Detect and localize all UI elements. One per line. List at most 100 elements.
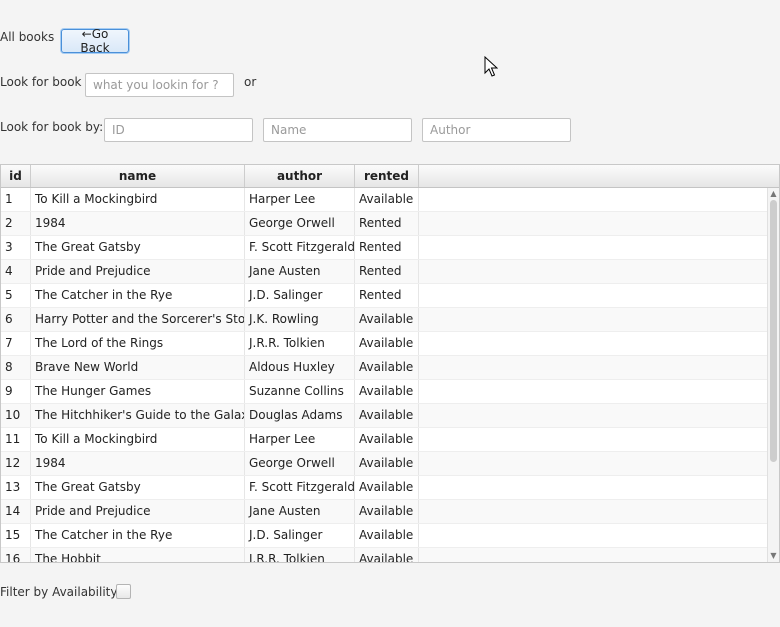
cell-name: 1984	[31, 452, 245, 475]
scroll-up-icon[interactable]: ▲	[768, 188, 779, 200]
cell-rented: Available	[355, 356, 419, 379]
table-row[interactable]: 16 The Hobbit J.R.R. Tolkien Available	[1, 548, 767, 562]
cell-author: J.D. Salinger	[245, 284, 355, 307]
column-header-id[interactable]: id	[1, 165, 31, 187]
availability-checkbox[interactable]	[116, 584, 131, 599]
cell-author: Aldous Huxley	[245, 356, 355, 379]
cell-name: 1984	[31, 212, 245, 235]
id-search-input[interactable]	[104, 118, 253, 142]
table-row[interactable]: 12 1984 George Orwell Available	[1, 452, 767, 476]
cell-filler	[419, 260, 767, 283]
table-row[interactable]: 3 The Great Gatsby F. Scott Fitzgerald Rent…	[1, 236, 767, 260]
cell-filler	[419, 476, 767, 499]
cell-rented: Rented	[355, 284, 419, 307]
column-header-filler	[419, 165, 779, 187]
cell-name: Harry Potter and the Sorcerer's Stone	[31, 308, 245, 331]
cell-rented: Available	[355, 380, 419, 403]
cell-author: Harper Lee	[245, 188, 355, 211]
cell-author: Jane Austen	[245, 260, 355, 283]
cell-id: 9	[1, 380, 31, 403]
cell-filler	[419, 332, 767, 355]
cell-rented: Rented	[355, 212, 419, 235]
cell-author: George Orwell	[245, 452, 355, 475]
author-search-input[interactable]	[422, 118, 571, 142]
table-row[interactable]: 6 Harry Potter and the Sorcerer's Stone J.…	[1, 308, 767, 332]
vertical-scrollbar[interactable]: ▲ ▼	[767, 188, 779, 562]
books-table[interactable]: id name author rented 1 To Kill a Mocking…	[0, 164, 780, 563]
cell-filler	[419, 356, 767, 379]
cell-id: 1	[1, 188, 31, 211]
cell-id: 13	[1, 476, 31, 499]
cell-id: 5	[1, 284, 31, 307]
cell-author: George Orwell	[245, 212, 355, 235]
cell-id: 15	[1, 524, 31, 547]
all-books-label: All books	[0, 30, 55, 44]
cell-filler	[419, 188, 767, 211]
cell-name: Pride and Prejudice	[31, 500, 245, 523]
table-row[interactable]: 4 Pride and Prejudice Jane Austen Rented	[1, 260, 767, 284]
cell-name: The Catcher in the Rye	[31, 524, 245, 547]
column-header-name[interactable]: name	[31, 165, 245, 187]
table-row[interactable]: 5 The Catcher in the Rye J.D. Salinger Rent…	[1, 284, 767, 308]
cell-id: 7	[1, 332, 31, 355]
cell-author: Jane Austen	[245, 500, 355, 523]
cell-author: F. Scott Fitzgerald	[245, 476, 355, 499]
cell-author: F. Scott Fitzgerald	[245, 236, 355, 259]
cell-rented: Available	[355, 332, 419, 355]
column-header-author[interactable]: author	[245, 165, 355, 187]
cell-rented: Available	[355, 428, 419, 451]
table-row[interactable]: 9 The Hunger Games Suzanne Collins Availabl…	[1, 380, 767, 404]
search-input[interactable]	[85, 73, 234, 97]
cell-name: Pride and Prejudice	[31, 260, 245, 283]
cell-filler	[419, 428, 767, 451]
table-row[interactable]: 7 The Lord of the Rings J.R.R. Tolkien Avai…	[1, 332, 767, 356]
scroll-down-icon[interactable]: ▼	[768, 550, 779, 562]
cell-filler	[419, 524, 767, 547]
cell-name: The Great Gatsby	[31, 476, 245, 499]
cell-id: 14	[1, 500, 31, 523]
table-row[interactable]: 2 1984 George Orwell Rented	[1, 212, 767, 236]
column-header-rented[interactable]: rented	[355, 165, 419, 187]
table-row[interactable]: 10 The Hitchhiker's Guide to the Galaxy Do…	[1, 404, 767, 428]
name-search-input[interactable]	[263, 118, 412, 142]
cell-author: Douglas Adams	[245, 404, 355, 427]
table-body: 1 To Kill a Mockingbird Harper Lee Availabl…	[1, 188, 767, 562]
cell-rented: Rented	[355, 260, 419, 283]
cell-name: To Kill a Mockingbird	[31, 188, 245, 211]
filter-availability-label: Filter by Availability:	[0, 585, 121, 599]
cell-id: 8	[1, 356, 31, 379]
table-row[interactable]: 14 Pride and Prejudice Jane Austen Availabl…	[1, 500, 767, 524]
look-for-book-by-label: Look for book by:	[0, 120, 104, 134]
cell-name: The Hunger Games	[31, 380, 245, 403]
or-label: or	[244, 75, 257, 89]
table-row[interactable]: 11 To Kill a Mockingbird Harper Lee Availab…	[1, 428, 767, 452]
cell-rented: Available	[355, 188, 419, 211]
mouse-cursor-icon	[484, 56, 498, 77]
table-row[interactable]: 13 The Great Gatsby F. Scott Fitzgerald Ava…	[1, 476, 767, 500]
cell-author: J.K. Rowling	[245, 308, 355, 331]
table-row[interactable]: 15 The Catcher in the Rye J.D. Salinger Ava…	[1, 524, 767, 548]
cell-id: 6	[1, 308, 31, 331]
cell-filler	[419, 380, 767, 403]
cell-name: The Hobbit	[31, 548, 245, 562]
cell-rented: Rented	[355, 236, 419, 259]
cell-author: J.D. Salinger	[245, 524, 355, 547]
cell-id: 16	[1, 548, 31, 562]
table-row[interactable]: 1 To Kill a Mockingbird Harper Lee Availabl…	[1, 188, 767, 212]
cell-filler	[419, 452, 767, 475]
cell-filler	[419, 212, 767, 235]
look-for-book-label: Look for book	[0, 75, 82, 89]
cell-name: The Lord of the Rings	[31, 332, 245, 355]
scrollbar-thumb[interactable]	[770, 200, 777, 462]
cell-name: The Hitchhiker's Guide to the Galaxy	[31, 404, 245, 427]
table-row[interactable]: 8 Brave New World Aldous Huxley Available	[1, 356, 767, 380]
cell-id: 4	[1, 260, 31, 283]
go-back-button[interactable]: ←Go Back	[61, 27, 129, 55]
cell-filler	[419, 404, 767, 427]
cell-author: Suzanne Collins	[245, 380, 355, 403]
cell-rented: Available	[355, 524, 419, 547]
cell-name: Brave New World	[31, 356, 245, 379]
cell-author: J.R.R. Tolkien	[245, 548, 355, 562]
table-header: id name author rented	[1, 165, 779, 188]
cell-filler	[419, 308, 767, 331]
